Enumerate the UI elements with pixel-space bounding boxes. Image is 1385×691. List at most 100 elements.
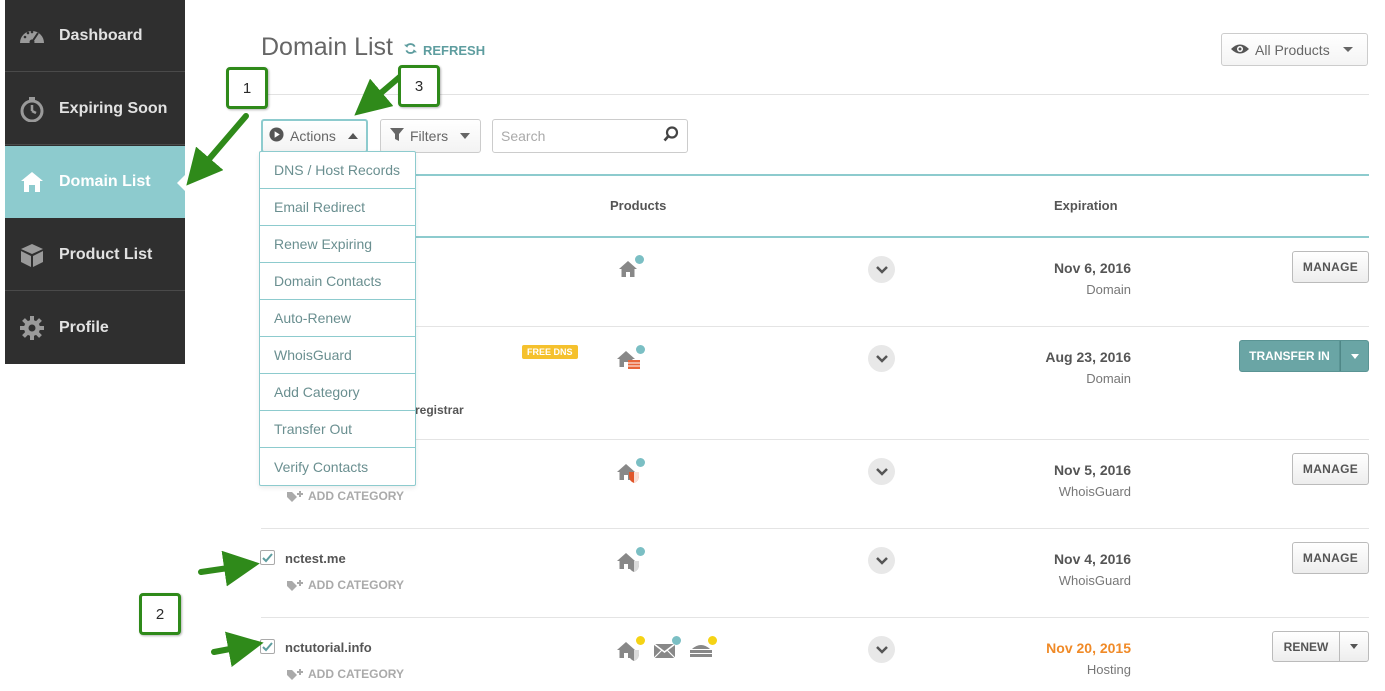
product-type: WhoisGuard: [1058, 573, 1131, 588]
table-header-border: [261, 236, 1369, 238]
refresh-icon: [404, 42, 417, 58]
actions-button[interactable]: Actions: [261, 119, 368, 153]
all-products-label: All Products: [1255, 41, 1330, 58]
chevron-down-icon: [875, 265, 888, 274]
transfer-in-dropdown[interactable]: [1340, 340, 1369, 372]
expand-row-button[interactable]: [868, 547, 895, 574]
annotation-callout-1: 1: [226, 67, 268, 109]
menu-item-auto-renew[interactable]: Auto-Renew: [260, 300, 415, 337]
sidebar-item-label: Dashboard: [59, 26, 143, 44]
row-divider: [261, 439, 1369, 440]
add-category-label: ADD CATEGORY: [308, 489, 404, 503]
product-type: Domain: [1086, 282, 1131, 297]
status-dot: [635, 255, 644, 264]
annotation-arrow-1: [186, 113, 249, 186]
domain-whoisguard-product-icon: [617, 458, 645, 485]
add-category-label: ADD CATEGORY: [308, 578, 404, 592]
status-dot: [636, 458, 645, 467]
row-checkbox[interactable]: [260, 639, 275, 654]
sidebar-item-label: Expiring Soon: [59, 99, 168, 117]
filters-label: Filters: [410, 128, 449, 144]
menu-item-transfer-out[interactable]: Transfer Out: [260, 411, 415, 448]
menu-item-verify-contacts[interactable]: Verify Contacts: [260, 448, 415, 485]
checkmark-icon: [262, 641, 273, 651]
status-dot: [636, 345, 645, 354]
product-type: Hosting: [1086, 662, 1131, 677]
sidebar-item-domain-list[interactable]: Domain List: [5, 146, 186, 218]
menu-item-domain-contacts[interactable]: Domain Contacts: [260, 263, 415, 300]
row-divider: [261, 617, 1369, 618]
expand-row-button[interactable]: [868, 458, 895, 485]
chevron-up-icon: [347, 133, 358, 139]
actions-dropdown-menu: DNS / Host Records Email Redirect Renew …: [259, 151, 416, 486]
chevron-down-icon: [1350, 644, 1358, 649]
sidebar-item-product-list[interactable]: Product List: [5, 219, 185, 291]
filters-button[interactable]: Filters: [380, 119, 481, 153]
annotation-arrow-3: [354, 72, 405, 116]
eye-icon: [1230, 42, 1250, 58]
menu-item-renew-expiring[interactable]: Renew Expiring: [260, 226, 415, 263]
renew-button[interactable]: RENEW: [1272, 631, 1340, 662]
product-type: WhoisGuard: [1058, 484, 1131, 499]
refresh-label: REFRESH: [423, 42, 486, 58]
stopwatch-icon: [5, 96, 59, 122]
chevron-down-icon: [875, 645, 888, 654]
page-title: Domain List: [261, 33, 393, 61]
manage-button[interactable]: MANAGE: [1292, 453, 1369, 485]
domain-dns-product-icon: [617, 345, 645, 372]
manage-button[interactable]: MANAGE: [1292, 542, 1369, 574]
chevron-down-icon: [875, 556, 888, 565]
registrar-note: registrar: [415, 403, 464, 417]
status-dot: [708, 636, 717, 645]
sidebar-nav: Dashboard Expiring Soon Domain List Prod…: [5, 0, 186, 364]
search-input[interactable]: [501, 128, 651, 144]
all-products-select[interactable]: All Products: [1221, 33, 1368, 66]
home-icon: [5, 170, 59, 194]
funnel-icon: [390, 127, 404, 145]
column-header-expiration: Expiration: [1054, 198, 1118, 213]
renew-dropdown[interactable]: [1339, 631, 1369, 662]
domain-name[interactable]: nctutorial.info: [285, 640, 372, 655]
chevron-down-icon: [1350, 353, 1359, 359]
annotation-arrows: [186, 72, 405, 668]
chevron-down-icon: [460, 133, 471, 139]
domain-name[interactable]: nctest.me: [285, 551, 346, 566]
menu-item-email-redirect[interactable]: Email Redirect: [260, 189, 415, 226]
annotation-arrow-2a: [198, 550, 260, 587]
search-icon[interactable]: [663, 125, 679, 147]
add-category-link[interactable]: ADD CATEGORY: [287, 578, 404, 592]
annotation-callout-3: 3: [398, 65, 440, 107]
box-icon: [5, 242, 59, 268]
actions-label: Actions: [290, 128, 336, 144]
annotation-arrow-2b: [211, 631, 264, 668]
sidebar-item-label: Product List: [59, 245, 153, 263]
menu-item-dns-host-records[interactable]: DNS / Host Records: [260, 152, 415, 189]
table-top-border: [261, 174, 1369, 176]
annotation-callout-2: 2: [139, 593, 181, 635]
add-category-link[interactable]: ADD CATEGORY: [287, 667, 404, 681]
sidebar-item-label: Profile: [59, 319, 109, 336]
transfer-in-button[interactable]: TRANSFER IN: [1239, 340, 1340, 372]
tag-plus-icon: [287, 580, 303, 591]
menu-item-add-category[interactable]: Add Category: [260, 374, 415, 411]
expiration-date: Nov 20, 2015: [1046, 640, 1131, 656]
row-divider: [261, 326, 1369, 327]
tag-plus-icon: [287, 669, 303, 680]
manage-button[interactable]: MANAGE: [1292, 251, 1369, 283]
row-products: [617, 636, 717, 663]
expiration-date: Nov 5, 2016: [1053, 462, 1131, 478]
expand-row-button[interactable]: [868, 256, 895, 283]
sidebar-item-expiring-soon[interactable]: Expiring Soon: [5, 73, 185, 145]
sidebar-item-profile[interactable]: Profile: [5, 292, 185, 364]
chevron-down-icon: [875, 467, 888, 476]
expand-row-button[interactable]: [868, 636, 895, 663]
expand-row-button[interactable]: [868, 345, 895, 372]
domain-product-icon: [618, 255, 644, 282]
menu-item-whoisguard[interactable]: WhoisGuard: [260, 337, 415, 374]
row-checkbox[interactable]: [260, 550, 275, 565]
row-products: [617, 547, 645, 574]
add-category-link[interactable]: ADD CATEGORY: [287, 489, 404, 503]
refresh-button[interactable]: REFRESH: [404, 42, 485, 58]
row-products: [617, 345, 645, 372]
sidebar-item-dashboard[interactable]: Dashboard: [5, 0, 185, 72]
